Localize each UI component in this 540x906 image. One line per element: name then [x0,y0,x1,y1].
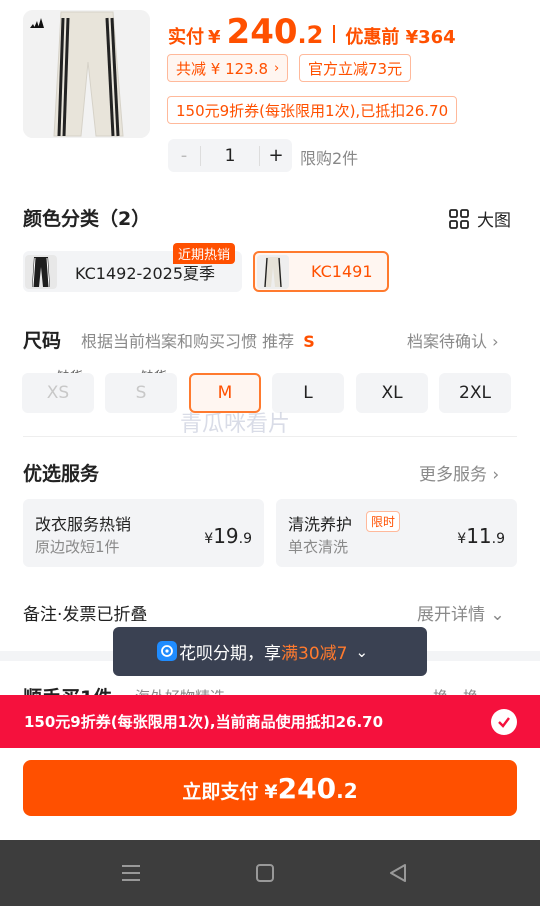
more-services-label: 更多服务 [419,465,487,485]
service-title: 改衣服务热销 [35,515,132,534]
grid-icon [449,208,469,229]
pay-price-integer: 240 [277,772,337,805]
size-recommend-hint: 根据当前档案和购买习惯 推荐 S [81,328,315,352]
check-icon[interactable] [491,709,517,735]
pay-price-decimal: .2 [336,779,358,803]
coupon-tag: 150元9折券(每张限用1次),已抵扣26.70 [167,96,458,124]
price-integer: 240 [226,12,298,52]
price-decimal: .2 [297,21,324,49]
quantity-value[interactable]: 1 [200,145,260,166]
toast-prefix: 花呗分期，享 [179,644,281,664]
service-title: 清洗养护 [288,515,353,534]
hot-sale-badge: 近期热销 [173,243,236,264]
increase-button[interactable]: + [260,145,292,166]
expand-details-label: 展开详情 [417,605,485,625]
size-option-s[interactable]: S [105,373,177,413]
chevron-right-icon: › [492,332,499,351]
service-subtitle: 原边改短1件 [35,538,120,556]
size-option-xs[interactable]: XS [22,373,94,413]
profile-link[interactable]: 档案待确认 › [407,328,499,352]
pay-now-button[interactable]: 立即支付 ¥ 240 .2 [23,760,517,816]
variant-thumbnail [25,254,57,289]
recommended-size: S [303,332,315,351]
huabei-icon [157,641,177,661]
big-view-label: 大图 [477,211,511,231]
big-view-button[interactable]: 大图 [449,206,511,231]
size-option-2xl[interactable]: 2XL [439,373,511,413]
price-line: 实付 ¥ 240 .2 优惠前 ¥364 [168,12,456,56]
chevron-right-icon: › [274,60,280,76]
product-image [23,10,150,138]
size-section-title: 尺码 [23,330,62,352]
official-discount-text: 官方立减73元 [308,59,403,78]
chevron-down-icon: ⌄ [490,605,505,625]
official-discount-tag: 官方立减73元 [299,54,412,82]
color-section-title: 颜色分类（2） [23,208,151,230]
watermark: 青瓜咪看片 [180,412,291,437]
coupon-bar-text: 150元9折券(每张限用1次),当前商品使用抵扣26.70 [24,713,384,731]
variant-label: KC1491 [311,262,373,281]
service-price: ¥11.9 [457,524,505,548]
adidas-logo-icon [30,18,44,28]
size-option-xl[interactable]: XL [356,373,428,413]
chevron-right-icon: › [492,465,500,485]
system-navigation-bar [0,840,540,906]
price-divider [333,25,336,43]
black-pants-image [32,256,50,287]
service-price: ¥19.9 [204,524,252,548]
total-discount-tag[interactable]: 共减 ¥ 123.8 › [167,54,289,82]
purchase-limit: 限购2件 [300,149,359,168]
service-subtitle: 单衣清洗 [288,538,349,556]
profile-link-label: 档案待确认 [407,332,488,351]
huabei-toast[interactable]: 花呗分期，享 满30减7 ⌄ [113,627,427,676]
double-chevron-down-icon: ⌄ [355,642,369,661]
coupon-tag-text: 150元9折券(每张限用1次),已抵扣26.70 [176,101,449,120]
service-card-cleaning[interactable]: 清洗养护 限时 单衣清洗 ¥11.9 [276,499,517,567]
more-services-link[interactable]: 更多服务 › [419,460,499,485]
pre-discount-price: 优惠前 ¥364 [345,27,456,48]
white-pants-image [257,254,289,289]
services-title: 优选服务 [23,463,100,485]
remarks-title: 备注·发票已折叠 [23,605,148,625]
divider [23,436,517,437]
coupon-applied-bar: 150元9折券(每张限用1次),当前商品使用抵扣26.70 [0,695,540,748]
size-hint-text: 根据当前档案和购买习惯 推荐 [81,332,295,351]
pay-label: 立即支付 [182,781,259,803]
back-icon[interactable] [389,864,407,882]
expand-details-link[interactable]: 展开详情 ⌄ [417,600,505,625]
home-icon[interactable] [256,864,274,882]
pay-currency: ¥ [264,781,278,803]
limited-badge: 限时 [366,511,401,532]
menu-icon[interactable] [121,864,141,882]
price-currency: ¥ [208,27,221,48]
product-thumbnail[interactable] [23,10,150,138]
decrease-button[interactable]: - [168,145,200,166]
quantity-stepper: - 1 + [168,139,292,172]
color-variant-1[interactable]: KC1491 [253,251,389,292]
variant-thumbnail [257,254,289,289]
price-label: 实付 [168,27,204,48]
toast-highlight: 满30减7 [281,644,348,664]
service-card-alteration[interactable]: 改衣服务热销 原边改短1件 ¥19.9 [23,499,264,567]
total-discount-text: 共减 ¥ 123.8 [176,59,269,78]
